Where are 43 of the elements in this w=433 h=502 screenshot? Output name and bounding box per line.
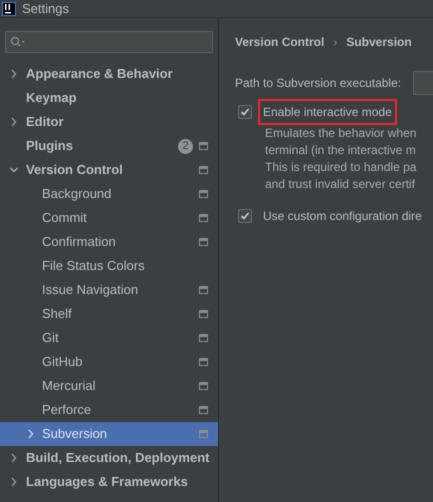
checkbox[interactable] [238,105,252,119]
description-text: terminal (in the interactive m [265,142,417,159]
tree-item[interactable]: Commit [0,206,218,230]
search-field[interactable] [5,31,213,53]
checkbox-label[interactable]: Use custom configuration dire [258,203,427,229]
description-text: Emulates the behavior when [265,125,418,142]
search-icon [10,36,26,48]
checkbox-label[interactable]: Enable interactive mode [258,99,397,125]
tree-item[interactable]: Languages & Frameworks [0,470,218,494]
tree-item[interactable]: GitHub [0,350,218,374]
tree-item[interactable]: Background [0,182,218,206]
chevron-right-icon[interactable] [10,117,18,127]
tree-item[interactable]: Appearance & Behavior [0,62,218,86]
tree-item[interactable]: Build, Execution, Deployment [0,446,218,470]
tree-item[interactable]: Version Control [0,158,218,182]
chevron-right-icon[interactable] [10,453,18,463]
app-logo-icon [2,2,16,16]
tree-item[interactable]: Perforce [0,398,218,422]
window-title: Settings [22,0,69,18]
tree-item[interactable]: Mercurial [0,374,218,398]
tree-item[interactable]: Editor [0,110,218,134]
chevron-right-icon[interactable] [10,69,18,79]
chevron-right-icon[interactable] [10,477,18,487]
tree-item[interactable]: Plugins 2 [0,134,218,158]
tree-item[interactable]: Subversion [0,422,218,446]
count-badge: 2 [178,138,193,154]
chevron-right-icon[interactable] [27,429,35,439]
breadcrumb-item: Subversion [346,34,412,51]
tree-item[interactable]: File Status Colors [0,254,218,278]
description-text: and trust invalid server certif [265,176,416,193]
checkmark-icon [240,107,250,117]
tree-item[interactable]: Shelf [0,302,218,326]
breadcrumb-separator: › [333,34,338,51]
chevron-down-icon[interactable] [10,165,18,175]
field-label: Path to Subversion executable: [235,75,402,92]
breadcrumb-item[interactable]: Version Control [235,33,324,51]
description-text: This is required to handle pa [265,159,418,176]
tree-item[interactable]: Issue Navigation [0,278,218,302]
tree-item[interactable]: Git [0,326,218,350]
checkbox[interactable] [238,209,252,223]
tree-item[interactable]: Keymap [0,86,218,110]
checkmark-icon [240,211,250,221]
tree-item[interactable]: Confirmation [0,230,218,254]
